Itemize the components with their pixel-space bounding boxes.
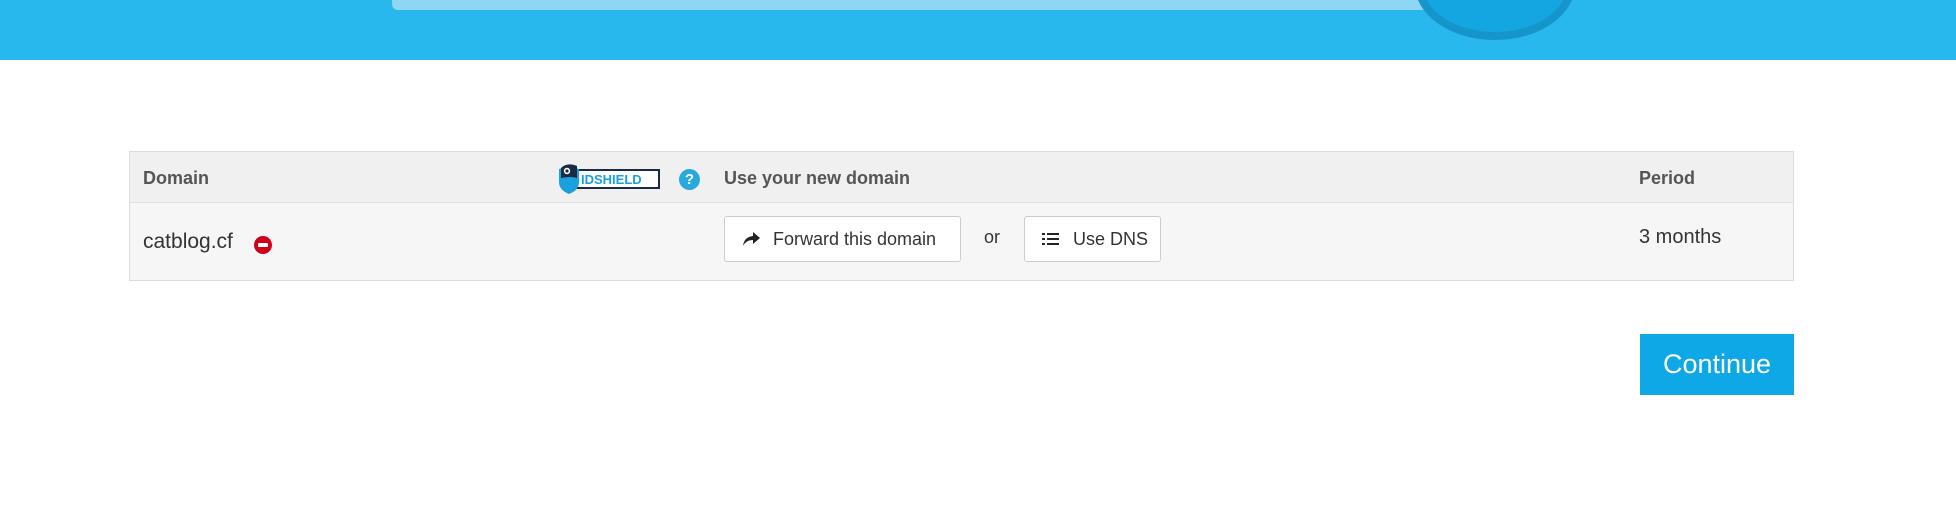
idshield-logo: IDSHIELD [557, 160, 663, 196]
use-dns-label: Use DNS [1073, 228, 1149, 249]
question-circle-icon[interactable]: ? [679, 169, 700, 190]
domain-table: Domain IDSHIELD ? Use your new domain Pe… [129, 151, 1794, 281]
continue-button[interactable]: Continue [1640, 334, 1794, 395]
forward-domain-button[interactable]: Forward this domain [724, 216, 961, 262]
forward-domain-label: Forward this domain [773, 228, 937, 249]
period-value: 3 months [1639, 226, 1722, 248]
use-dns-button[interactable]: Use DNS [1024, 216, 1161, 262]
domain-name: catblog.cf [143, 230, 233, 253]
header-period: Period [1639, 168, 1696, 188]
remove-circle-icon[interactable] [254, 236, 272, 254]
header-band [0, 0, 1956, 60]
or-separator: or [984, 227, 1001, 247]
header-use-domain: Use your new domain [724, 168, 911, 188]
idshield-logo-text: IDSHIELD [581, 172, 642, 187]
header-domain: Domain [143, 168, 210, 188]
search-bar[interactable] [392, 0, 1452, 10]
table-row: catblog.cf Forward this domain or Use DN… [130, 203, 1793, 280]
share-arrow-icon [741, 230, 761, 248]
table-header: Domain IDSHIELD ? Use your new domain Pe… [130, 152, 1793, 203]
search-circle-button[interactable] [1415, 0, 1575, 40]
list-icon [1041, 230, 1061, 248]
